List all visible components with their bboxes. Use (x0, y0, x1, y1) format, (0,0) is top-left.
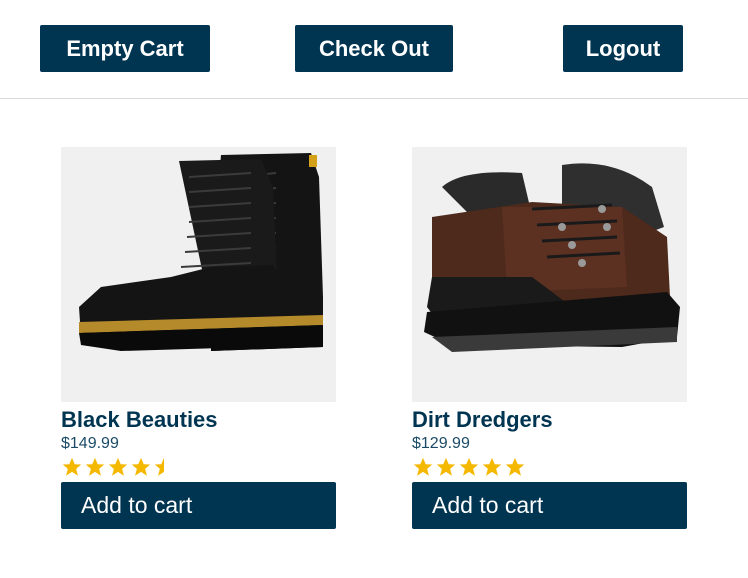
star-icon (436, 457, 456, 476)
star-icon (482, 457, 502, 476)
star-icon (85, 457, 105, 476)
star-icon (505, 457, 525, 476)
product-price: $149.99 (61, 435, 119, 452)
product-image[interactable] (412, 147, 687, 402)
star-icon (413, 457, 433, 476)
product-card: Black Beauties $149.99 Add to cart (61, 147, 336, 529)
empty-cart-button[interactable]: Empty Cart (40, 25, 210, 72)
star-rating (412, 456, 687, 478)
star-icon (131, 457, 151, 476)
top-toolbar: Empty Cart Check Out Logout (0, 0, 748, 98)
black-boots-image (79, 153, 323, 351)
add-to-cart-button[interactable]: Add to cart (61, 482, 336, 529)
product-card: Dirt Dredgers $129.99 Add to cart (412, 147, 687, 529)
star-icon (108, 457, 128, 476)
logout-button[interactable]: Logout (563, 25, 683, 72)
star-icon (459, 457, 479, 476)
check-out-button[interactable]: Check Out (295, 25, 453, 72)
header-divider (0, 98, 748, 99)
brown-boot-image (424, 163, 680, 352)
star-rating (61, 456, 336, 478)
add-to-cart-button[interactable]: Add to cart (412, 482, 687, 529)
product-name: Dirt Dredgers (412, 407, 553, 432)
product-name: Black Beauties (61, 407, 218, 432)
product-image[interactable] (61, 147, 336, 402)
product-price: $129.99 (412, 435, 470, 452)
half-star-icon (154, 457, 164, 476)
star-icon (62, 457, 82, 476)
